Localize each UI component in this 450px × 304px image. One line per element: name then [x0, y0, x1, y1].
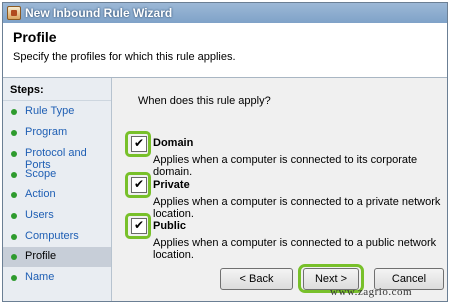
profile-panel: When does this rule apply? Domain Applie…: [112, 78, 447, 301]
step-rule-type[interactable]: Rule Type: [3, 102, 111, 122]
step-label: Program: [25, 126, 68, 138]
bullet-icon: [11, 275, 17, 281]
step-label: Users: [25, 209, 54, 221]
bullet-icon: [11, 109, 17, 115]
public-description: Applies when a computer is connected to …: [153, 237, 437, 261]
step-name[interactable]: Name: [3, 268, 111, 288]
step-users[interactable]: Users: [3, 206, 111, 226]
domain-checkbox[interactable]: [131, 136, 147, 152]
step-action[interactable]: Action: [3, 185, 111, 205]
private-checkbox[interactable]: [131, 177, 147, 193]
question-text: When does this rule apply?: [138, 95, 271, 107]
step-scope[interactable]: Scope: [3, 165, 111, 185]
step-label: Rule Type: [25, 105, 75, 117]
page-header: Profile Specify the profiles for which t…: [3, 23, 447, 78]
steps-divider: [3, 100, 111, 101]
wizard-window: New Inbound Rule Wizard Profile Specify …: [2, 2, 448, 302]
window-title: New Inbound Rule Wizard: [25, 6, 173, 20]
title-bar: New Inbound Rule Wizard: [3, 3, 447, 24]
page-subtitle: Specify the profiles for which this rule…: [13, 51, 236, 63]
bullet-icon: [11, 151, 17, 157]
domain-label: Domain: [153, 137, 194, 149]
bullet-icon: [11, 234, 17, 240]
step-label: Scope: [25, 168, 57, 180]
bullet-icon: [11, 254, 17, 260]
page-title: Profile: [13, 29, 57, 45]
step-program[interactable]: Program: [3, 123, 111, 143]
private-description: Applies when a computer is connected to …: [153, 196, 441, 220]
private-label: Private: [153, 179, 190, 191]
bullet-icon: [11, 130, 17, 136]
bullet-icon: [11, 172, 17, 178]
step-computers[interactable]: Computers: [3, 227, 111, 247]
back-button[interactable]: < Back: [220, 268, 293, 290]
step-label: Profile: [25, 250, 57, 262]
step-label: Computers: [25, 230, 79, 242]
step-label: Action: [25, 188, 56, 200]
step-profile[interactable]: Profile: [3, 247, 111, 267]
steps-sidebar: Steps: Rule Type Program Protocol and Po…: [3, 78, 112, 301]
bullet-icon: [11, 213, 17, 219]
public-checkbox[interactable]: [131, 218, 147, 234]
domain-description: Applies when a computer is connected to …: [153, 154, 418, 178]
public-label: Public: [153, 220, 187, 232]
steps-title: Steps:: [10, 84, 44, 96]
step-label: Name: [25, 271, 55, 283]
watermark: www.zagrio.com: [330, 286, 413, 298]
bullet-icon: [11, 192, 17, 198]
step-protocol-and-ports[interactable]: Protocol and Ports: [3, 144, 111, 171]
firewall-icon: [7, 6, 21, 20]
